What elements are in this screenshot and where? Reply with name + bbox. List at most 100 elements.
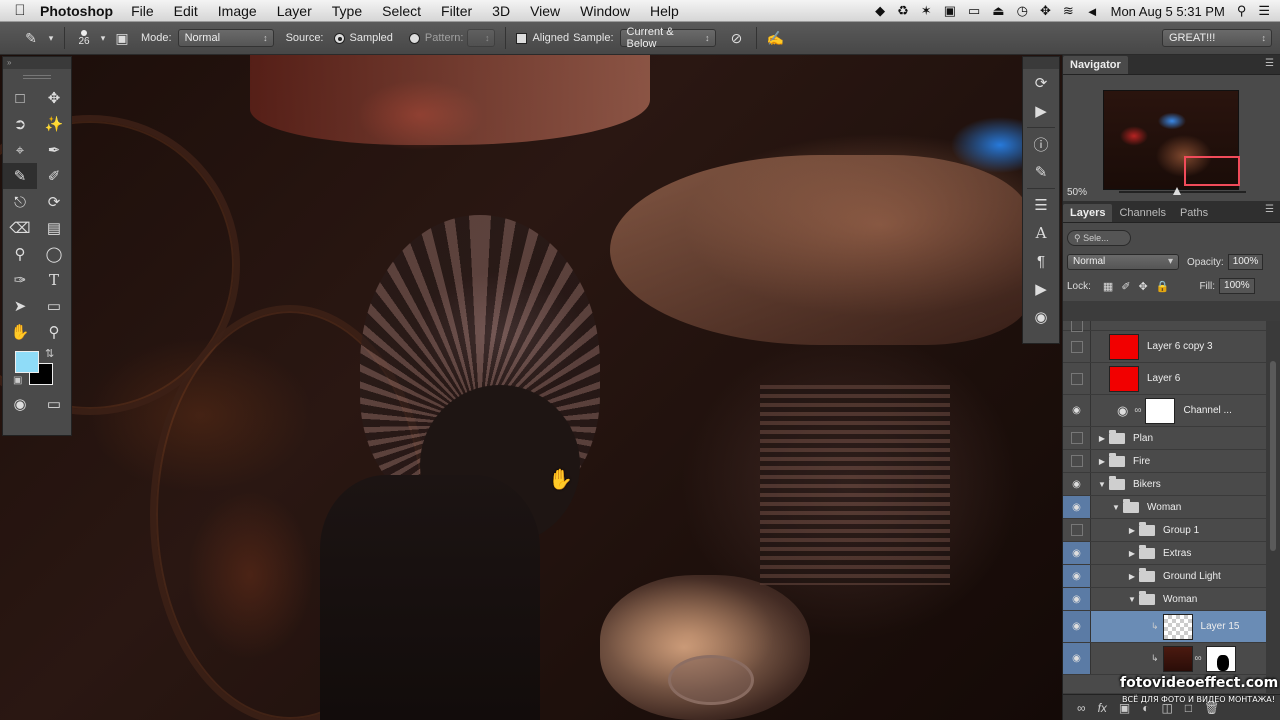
visibility-toggle[interactable] [1063, 363, 1091, 394]
magic-wand-tool-icon[interactable]: ✨ [37, 111, 71, 137]
pressure-size-icon[interactable]: ✍ [763, 27, 789, 49]
hand-tool-icon[interactable]: ✋ [3, 319, 37, 345]
aligned-checkbox[interactable] [516, 32, 528, 44]
layer-row[interactable]: ▶ Fire [1063, 450, 1267, 473]
collapse-arrow-icon[interactable]: ▼ [1109, 503, 1123, 512]
blend-mode-select[interactable]: Normal [1067, 254, 1179, 270]
navigator-thumbnail[interactable] [1103, 90, 1240, 190]
layer-row[interactable]: ↳ ∞ [1063, 643, 1267, 675]
screen-icon[interactable]: ▣ [944, 3, 956, 19]
link-icon[interactable]: ∞ [1134, 405, 1141, 416]
time-machine-icon[interactable]: ◷ [1017, 3, 1028, 19]
fx-button[interactable]: fx [1098, 701, 1107, 715]
crop-tool-icon[interactable]: ⌖ [3, 137, 37, 163]
menu-file[interactable]: File [131, 3, 154, 19]
shape-tool-icon[interactable]: ▭ [37, 293, 71, 319]
workspace-switcher[interactable]: GREAT!!! [1162, 29, 1272, 47]
wifi-icon[interactable]: ≋ [1063, 3, 1074, 19]
layers-filter-input[interactable]: ⚲ Sele... [1067, 230, 1131, 246]
dodge-tool-icon[interactable]: ⚲ [3, 241, 37, 267]
tool-preset-chevron-icon[interactable]: ▾ [44, 27, 58, 49]
character-panel-icon[interactable]: A [1023, 219, 1059, 247]
marquee-tool-icon[interactable]: □ [3, 85, 37, 111]
layer-row[interactable]: ↳ Layer 15 [1063, 611, 1267, 643]
healing-brush-tool-icon[interactable]: ✎ [3, 163, 37, 189]
eject-icon[interactable]: ⏏ [992, 3, 1004, 19]
menu-window[interactable]: Window [580, 3, 630, 19]
tool-presets-icon[interactable]: ✎ [1023, 158, 1059, 186]
gradient-tool-icon[interactable]: ▤ [37, 215, 71, 241]
swap-colors-icon[interactable]: ⇅ [45, 347, 54, 360]
visibility-toggle[interactable] [1063, 450, 1091, 472]
foreground-color-swatch[interactable] [15, 351, 39, 373]
apple-icon[interactable]:  [0, 2, 40, 19]
zoom-level[interactable]: 50% [1067, 187, 1087, 198]
opacity-input[interactable]: 100% [1227, 254, 1264, 270]
menu-edit[interactable]: Edit [174, 3, 198, 19]
default-colors-icon[interactable]: ▣ [13, 375, 22, 386]
brush-tool-icon[interactable]: ✐ [37, 163, 71, 189]
layer-row[interactable]: ▶ Plan [1063, 427, 1267, 450]
move-icon[interactable]: ✥ [1040, 3, 1051, 19]
eye-icon[interactable] [1063, 588, 1091, 610]
tab-navigator[interactable]: Navigator [1063, 56, 1128, 74]
layer-row[interactable] [1063, 321, 1267, 331]
screen-mode-icon[interactable]: ▭ [37, 391, 71, 417]
lock-pixels-icon[interactable]: ✐ [1121, 280, 1130, 293]
brush-size-picker[interactable]: 26 [71, 29, 97, 47]
brush-picker-chevron-icon[interactable]: ▾ [97, 27, 109, 49]
eyedropper-tool-icon[interactable]: ✒ [37, 137, 71, 163]
layers-scrollbar[interactable] [1266, 321, 1280, 693]
link-layers-icon[interactable]: ∞ [1077, 701, 1086, 715]
expand-arrow-icon[interactable]: ▶ [1125, 526, 1139, 535]
pattern-select[interactable] [467, 29, 496, 47]
expand-arrow-icon[interactable]: ▶ [1125, 549, 1139, 558]
clock[interactable]: Mon Aug 5 5:31 PM [1111, 4, 1225, 19]
bluetooth-icon[interactable]: ✶ [921, 3, 932, 19]
layer-row[interactable]: ▼ Bikers [1063, 473, 1267, 496]
lock-transparency-icon[interactable]: ▦ [1103, 280, 1113, 293]
layer-row[interactable]: ▼ Woman [1063, 588, 1267, 611]
lasso-tool-icon[interactable]: ➲ [3, 111, 37, 137]
eye-icon[interactable] [1063, 565, 1091, 587]
sample-select[interactable]: Current & Below [619, 26, 716, 50]
layer-row[interactable]: ▶ Extras [1063, 542, 1267, 565]
zoom-slider[interactable] [1119, 187, 1246, 195]
path-selection-tool-icon[interactable]: ➤ [3, 293, 37, 319]
pen-tool-icon[interactable]: ✑ [3, 267, 37, 293]
zoom-tool-icon[interactable]: ⚲ [37, 319, 71, 345]
menu-filter[interactable]: Filter [441, 3, 472, 19]
layers-menu-icon[interactable]: ☰ [1265, 204, 1274, 215]
notification-center-icon[interactable]: ☰ [1258, 3, 1270, 19]
clone-stamp-tool-icon[interactable]: ⎋ [3, 189, 37, 215]
pattern-radio[interactable] [408, 32, 420, 44]
layer-row[interactable]: Layer 6 copy 3 [1063, 331, 1267, 363]
history-panel-icon[interactable]: ⟳ [1023, 69, 1059, 97]
brush-panel-toggle-icon[interactable]: ▣ [109, 27, 135, 49]
scrollbar-thumb[interactable] [1270, 361, 1276, 551]
expand-arrow-icon[interactable]: ▶ [1095, 434, 1109, 443]
navigator-menu-icon[interactable]: ☰ [1265, 58, 1274, 69]
fill-input[interactable]: 100% [1219, 278, 1255, 294]
zoom-slider-knob[interactable] [1173, 187, 1182, 195]
visibility-toggle[interactable] [1063, 321, 1091, 330]
visibility-toggle[interactable] [1063, 427, 1091, 449]
layer-row[interactable]: ▼ Woman [1063, 496, 1267, 519]
airplay-icon[interactable]: ▭ [968, 3, 980, 19]
eye-icon[interactable] [1063, 643, 1091, 674]
tools-collapse-icon[interactable]: » [3, 57, 71, 69]
adjustments-panel-icon[interactable]: ☰ [1023, 191, 1059, 219]
layer-row[interactable]: ▶ Group 1 [1063, 519, 1267, 542]
tab-paths[interactable]: Paths [1173, 204, 1215, 222]
lock-position-icon[interactable]: ✥ [1139, 280, 1148, 293]
sync-icon[interactable]: ♻ [897, 3, 909, 19]
document-canvas[interactable]: ✋ [0, 55, 1062, 720]
quick-mask-icon[interactable]: ◉ [3, 391, 37, 417]
menu-type[interactable]: Type [332, 3, 362, 19]
menu-select[interactable]: Select [382, 3, 421, 19]
eye-icon[interactable] [1063, 395, 1091, 426]
paragraph-panel-icon[interactable]: ¶ [1023, 247, 1059, 275]
eye-icon[interactable] [1063, 473, 1091, 495]
lock-all-icon[interactable]: 🔒 [1156, 280, 1170, 293]
eraser-tool-icon[interactable]: ⌫ [3, 215, 37, 241]
